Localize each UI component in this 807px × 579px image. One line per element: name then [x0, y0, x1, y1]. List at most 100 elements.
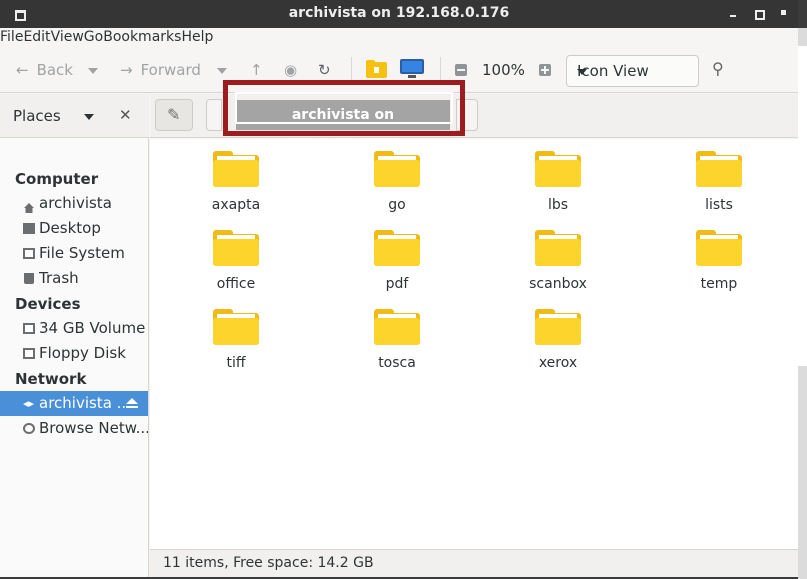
maximize-button[interactable]: [752, 6, 766, 20]
chevron-down-icon[interactable]: [84, 114, 94, 120]
folder-item[interactable]: xerox: [508, 309, 608, 371]
section-devices: Devices: [15, 295, 81, 313]
path-scroll-left-button[interactable]: [206, 99, 222, 131]
folder-name: office: [216, 276, 256, 292]
folder-item[interactable]: go: [347, 151, 447, 213]
reload-button[interactable]: ↻: [318, 59, 331, 81]
back-label: Back: [36, 61, 73, 79]
menu-help[interactable]: Help: [181, 28, 213, 46]
file-view: axapta go lbs lists office pdf scanbox t…: [150, 139, 798, 549]
menu-file[interactable]: File: [0, 28, 23, 46]
folder-name: go: [388, 197, 406, 213]
background-window-edge: [798, 28, 807, 579]
sidebar-item-volume[interactable]: 34 GB Volume: [0, 316, 148, 341]
arrow-left-icon: ←: [16, 61, 29, 79]
folder-icon: [535, 230, 581, 266]
zoom-level: 100%: [482, 61, 525, 79]
sidebar-item-label: 34 GB Volume: [39, 319, 146, 337]
sidebar-item-archivista-network[interactable]: ◂▸ archivista ...: [0, 391, 148, 416]
folder-name: lbs: [547, 197, 569, 213]
folder-name: xerox: [538, 355, 578, 371]
menu-view[interactable]: View: [51, 28, 84, 46]
menu-bookmarks[interactable]: Bookmarks: [103, 28, 181, 46]
places-label[interactable]: Places: [13, 107, 61, 125]
sidebar-item-floppy[interactable]: Floppy Disk: [0, 341, 148, 366]
folder-icon: [213, 151, 259, 187]
folder-icon: [374, 151, 420, 187]
view-mode-select[interactable]: Icon View: [566, 55, 699, 87]
sidebar-item-label: archivista: [39, 194, 112, 212]
home-folder-button[interactable]: [366, 60, 387, 78]
sidebar-item-file-system[interactable]: File System: [0, 241, 148, 266]
window-title: archivista on 192.168.0.176: [288, 5, 510, 21]
status-text: 11 items, Free space: 14.2 GB: [163, 555, 374, 571]
sidebar-item-label: archivista ...: [39, 394, 131, 412]
menu-bar: File Edit View Go Bookmarks Help: [0, 28, 798, 46]
arrow-up-icon: ↑: [250, 61, 263, 79]
sidebar-item-desktop[interactable]: Desktop: [0, 216, 148, 241]
sidebar-item-label: File System: [39, 244, 125, 262]
back-history-dropdown[interactable]: [88, 68, 98, 74]
sidebar-item-label: Trash: [39, 269, 79, 287]
zoom-in-button[interactable]: [539, 64, 551, 76]
sidebar-item-trash[interactable]: Trash: [0, 266, 148, 291]
zoom-out-button[interactable]: [455, 64, 467, 76]
menu-go[interactable]: Go: [84, 28, 103, 46]
folder-icon: [696, 230, 742, 266]
folder-name: scanbox: [529, 276, 587, 292]
drive-icon: [23, 323, 35, 334]
folder-name: lists: [705, 197, 733, 213]
folder-item[interactable]: lbs: [508, 151, 608, 213]
chevron-down-icon: [577, 69, 587, 75]
sidebar-item-browse-network[interactable]: Browse Netw...: [0, 416, 148, 441]
up-button[interactable]: ↑: [250, 59, 263, 81]
arrow-right-icon: →: [120, 61, 133, 79]
folder-icon: [213, 230, 259, 266]
sidebar-item-label: Desktop: [39, 219, 101, 237]
stop-icon: ◉: [284, 61, 298, 79]
folder-name: temp: [700, 276, 738, 292]
folder-item[interactable]: temp: [669, 230, 769, 292]
section-computer: Computer: [15, 170, 99, 188]
highlight-box: [223, 80, 465, 136]
folder-name: axapta: [211, 197, 261, 213]
status-bar: 11 items, Free space: 14.2 GB: [150, 549, 798, 577]
network-share-icon: ◂▸: [23, 397, 35, 410]
sidebar-item-label: Browse Netw...: [39, 419, 148, 437]
file-manager-window: File Edit View Go Bookmarks Help ← Back …: [0, 28, 798, 577]
folder-name: pdf: [385, 276, 409, 292]
folder-item[interactable]: tiff: [186, 309, 286, 371]
path-bar: archivista on 192.168.0.176: [150, 80, 798, 153]
folder-item[interactable]: scanbox: [508, 230, 608, 292]
computer-button[interactable]: [400, 59, 424, 79]
folder-icon: [535, 309, 581, 345]
title-bar: archivista on 192.168.0.176: [0, 0, 798, 28]
close-window-button[interactable]: [777, 6, 791, 20]
folder-item[interactable]: lists: [669, 151, 769, 213]
reload-icon: ↻: [318, 61, 331, 79]
sidebar: Places ✕ Computer archivista Desktop Fil…: [0, 94, 149, 577]
back-button[interactable]: ← Back: [16, 59, 73, 81]
folder-name: tosca: [378, 355, 416, 371]
forward-button[interactable]: → Forward: [120, 59, 201, 81]
folder-icon: [213, 309, 259, 345]
sidebar-item-archivista[interactable]: archivista: [0, 191, 148, 216]
folder-item[interactable]: tosca: [347, 309, 447, 371]
minimize-button[interactable]: [726, 6, 740, 20]
folder-item[interactable]: axapta: [186, 151, 286, 213]
close-sidebar-icon[interactable]: ✕: [119, 106, 132, 124]
drive-icon: [23, 248, 35, 259]
forward-history-dropdown[interactable]: [217, 68, 227, 74]
eject-icon[interactable]: [126, 398, 138, 408]
edit-location-button[interactable]: [155, 99, 193, 131]
folder-icon: [535, 151, 581, 187]
folder-item[interactable]: pdf: [347, 230, 447, 292]
forward-label: Forward: [140, 61, 201, 79]
desktop-icon: [23, 223, 35, 234]
monitor-icon: [400, 59, 424, 74]
section-network: Network: [15, 370, 87, 388]
menu-edit[interactable]: Edit: [23, 28, 50, 46]
stop-button[interactable]: ◉: [284, 59, 297, 81]
search-icon[interactable]: ⚲: [712, 59, 724, 78]
folder-item[interactable]: office: [186, 230, 286, 292]
